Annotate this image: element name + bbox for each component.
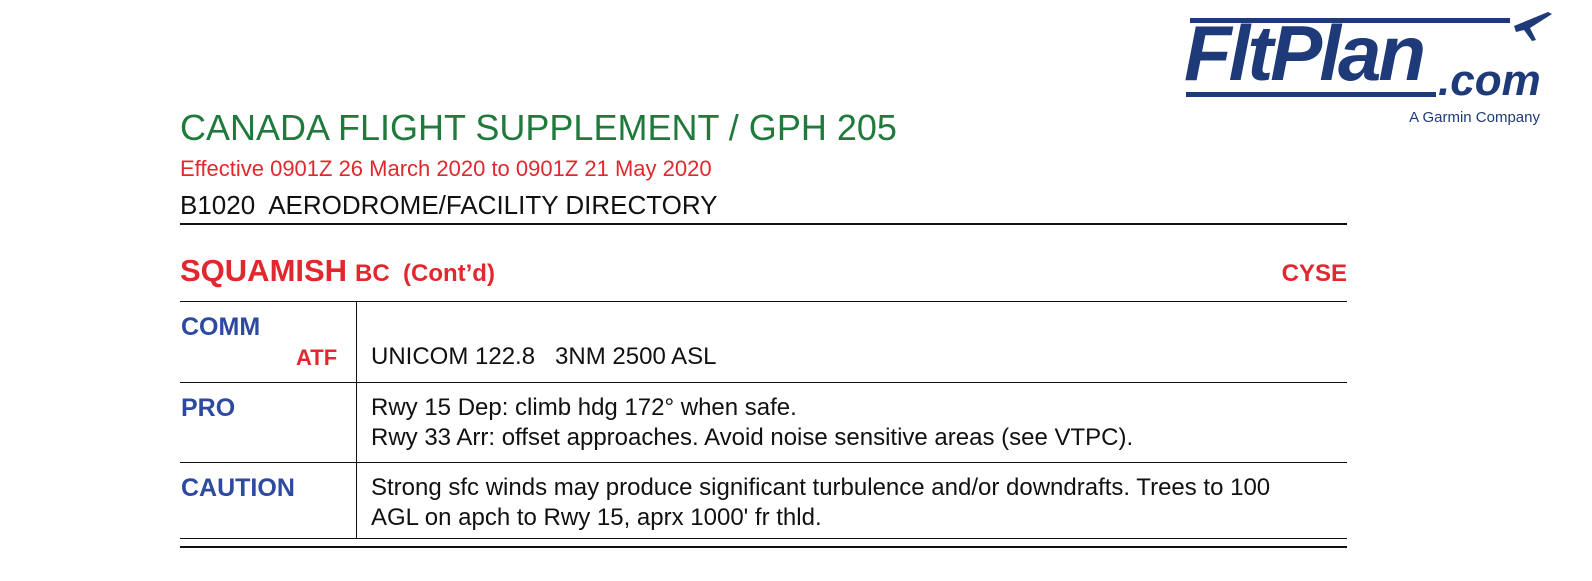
aerodrome-province: BC (Cont’d)	[355, 260, 495, 287]
row-divider	[180, 382, 1347, 383]
aerodrome-name: SQUAMISH	[180, 253, 348, 288]
fltplan-logo: FltPlan .com A Garmin Company	[1180, 4, 1580, 134]
header-divider	[180, 223, 1347, 225]
caution-label: CAUTION	[181, 474, 295, 502]
row-divider	[180, 462, 1347, 463]
table-bottom-double-rule	[180, 546, 1347, 548]
airplane-icon	[1514, 12, 1552, 41]
comm-text: UNICOM 122.8 3NM 2500 ASL	[371, 343, 717, 370]
pro-label: PRO	[181, 394, 236, 422]
page-title: CANADA FLIGHT SUPPLEMENT / GPH 205	[180, 107, 897, 148]
logo-wordmark: FltPlan	[1184, 9, 1426, 97]
table-bottom-border	[180, 538, 1347, 539]
caution-line-1: Strong sfc winds may produce significant…	[371, 474, 1271, 501]
logo-underline	[1186, 92, 1436, 97]
atf-label: ATF	[296, 345, 338, 370]
section-heading: B1020 AERODROME/FACILITY DIRECTORY	[180, 190, 718, 220]
logo-domain-suffix: .com	[1438, 56, 1541, 105]
aerodrome-identifier: CYSE	[1281, 260, 1347, 287]
table-column-divider	[356, 302, 357, 538]
comm-label: COMM	[181, 313, 261, 341]
logo-tagline: A Garmin Company	[1409, 109, 1540, 126]
pro-line-1: Rwy 15 Dep: climb hdg 172° when safe.	[371, 394, 797, 421]
effective-dates: Effective 0901Z 26 March 2020 to 0901Z 2…	[180, 156, 712, 181]
caution-line-2: AGL on apch to Rwy 15, aprx 1000' fr thl…	[371, 504, 822, 531]
pro-line-2: Rwy 33 Arr: offset approaches. Avoid noi…	[371, 424, 1134, 451]
